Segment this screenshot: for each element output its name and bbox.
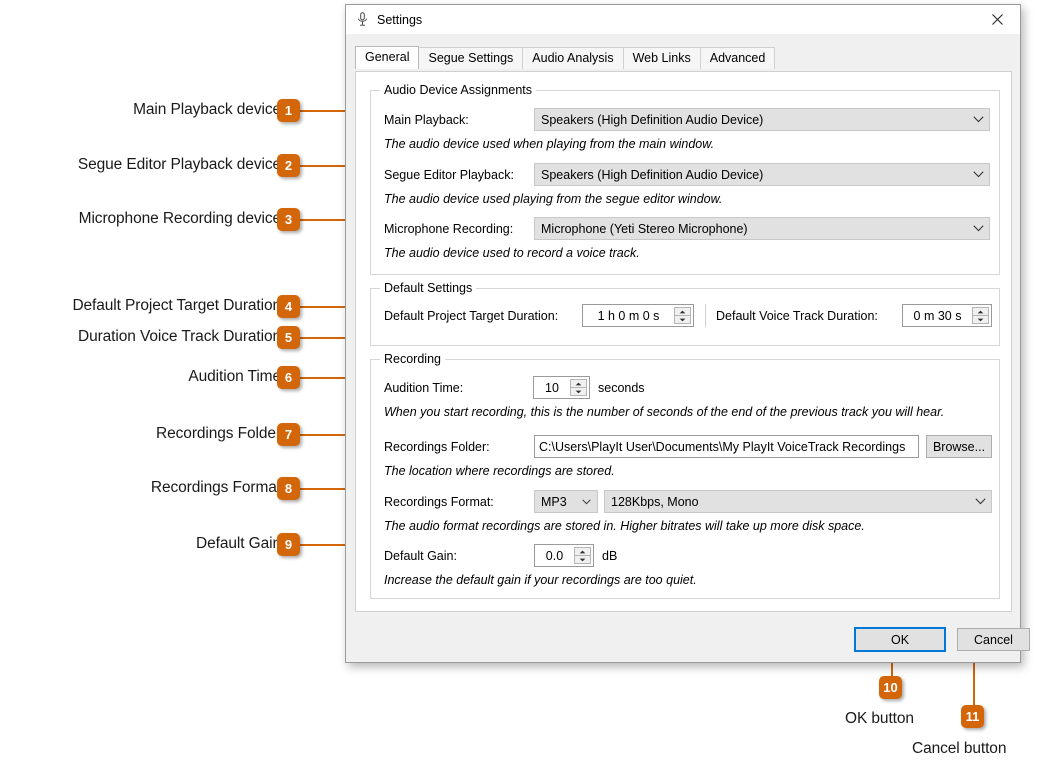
tab-audio-analysis[interactable]: Audio Analysis <box>522 47 623 69</box>
default-settings-divider <box>705 304 706 327</box>
default-settings-title: Default Settings <box>380 281 476 295</box>
annotation-badge-8: 8 <box>277 477 300 500</box>
audition-time-hint: When you start recording, this is the nu… <box>384 405 944 419</box>
stepper-down-icon[interactable] <box>972 316 989 324</box>
recordings-format-codec-select[interactable]: MP3 <box>534 490 598 513</box>
annotation-badge-5: 5 <box>277 326 300 349</box>
stepper-buttons[interactable] <box>972 307 989 324</box>
annotation-label-1: Main Playback device <box>133 101 281 119</box>
annotation-badge-10: 10 <box>879 676 902 699</box>
annotation-badge-4: 4 <box>277 295 300 318</box>
recordings-format-bitrate-select[interactable]: 128Kbps, Mono <box>604 490 992 513</box>
annotation-badge-7: 7 <box>277 423 300 446</box>
microphone-recording-value: Microphone (Yeti Stereo Microphone) <box>535 222 967 236</box>
main-playback-value: Speakers (High Definition Audio Device) <box>535 113 967 127</box>
chevron-down-icon <box>575 499 597 505</box>
segue-editor-playback-label: Segue Editor Playback: <box>384 168 514 182</box>
recordings-folder-label: Recordings Folder: <box>384 440 490 454</box>
stepper-down-icon[interactable] <box>570 388 587 396</box>
stepper-buttons[interactable] <box>674 307 691 324</box>
tab-segue-settings[interactable]: Segue Settings <box>418 47 523 69</box>
stepper-down-icon[interactable] <box>574 556 591 564</box>
stepper-up-icon[interactable] <box>570 379 587 388</box>
annotation-label-9: Default Gain <box>196 535 281 553</box>
segue-editor-playback-select[interactable]: Speakers (High Definition Audio Device) <box>534 163 990 186</box>
audition-time-label: Audition Time: <box>384 381 463 395</box>
annotation-label-6: Audition Time <box>188 368 281 386</box>
default-project-duration-stepper[interactable]: 1 h 0 m 0 s <box>582 304 694 327</box>
title-bar: Settings <box>346 5 1020 34</box>
recordings-folder-value: C:\Users\PlayIt User\Documents\My PlayIt… <box>535 440 905 454</box>
audition-time-units: seconds <box>598 381 645 395</box>
annotation-badge-9: 9 <box>277 533 300 556</box>
tab-strip: General Segue Settings Audio Analysis We… <box>355 47 1020 69</box>
audio-device-assignments-title: Audio Device Assignments <box>380 83 536 97</box>
segue-editor-playback-hint: The audio device used playing from the s… <box>384 192 722 206</box>
annotation-badge-6: 6 <box>277 366 300 389</box>
annotation-badge-11: 11 <box>961 705 984 728</box>
stepper-up-icon[interactable] <box>674 307 691 316</box>
main-playback-label: Main Playback: <box>384 113 469 127</box>
chevron-down-icon <box>969 498 991 505</box>
default-project-duration-label: Default Project Target Duration: <box>384 309 558 323</box>
stepper-buttons[interactable] <box>574 547 591 564</box>
default-gain-value: 0.0 <box>535 545 574 566</box>
ok-button[interactable]: OK <box>854 627 946 652</box>
default-project-duration-value: 1 h 0 m 0 s <box>583 305 674 326</box>
recordings-folder-input[interactable]: C:\Users\PlayIt User\Documents\My PlayIt… <box>534 435 919 458</box>
microphone-recording-select[interactable]: Microphone (Yeti Stereo Microphone) <box>534 217 990 240</box>
recordings-format-hint: The audio format recordings are stored i… <box>384 519 865 533</box>
window-title: Settings <box>377 13 422 27</box>
recordings-format-label: Recordings Format: <box>384 495 494 509</box>
annotation-label-10: OK button <box>845 710 914 728</box>
annotation-label-2: Segue Editor Playback device <box>78 156 281 174</box>
annotation-label-8: Recordings Format <box>151 479 281 497</box>
settings-dialog: Settings General Segue Settings Audio An… <box>345 4 1021 663</box>
main-playback-hint: The audio device used when playing from … <box>384 137 714 151</box>
audition-time-value: 10 <box>534 377 570 398</box>
chevron-down-icon <box>967 116 989 123</box>
annotation-badge-1: 1 <box>277 99 300 122</box>
tab-general[interactable]: General <box>355 46 419 69</box>
close-icon[interactable] <box>975 5 1020 34</box>
recordings-format-bitrate-value: 128Kbps, Mono <box>605 495 969 509</box>
recordings-format-codec-value: MP3 <box>535 495 575 509</box>
annotation-badge-3: 3 <box>277 208 300 231</box>
chevron-down-icon <box>967 225 989 232</box>
default-gain-units: dB <box>602 549 617 563</box>
tab-web-links[interactable]: Web Links <box>623 47 701 69</box>
annotation-label-4: Default Project Target Duration <box>72 297 281 315</box>
default-voice-track-duration-label: Default Voice Track Duration: <box>716 309 878 323</box>
default-gain-label: Default Gain: <box>384 549 457 563</box>
cancel-button[interactable]: Cancel <box>957 628 1030 651</box>
default-voice-track-duration-value: 0 m 30 s <box>903 305 972 326</box>
recording-title: Recording <box>380 352 445 366</box>
segue-editor-playback-value: Speakers (High Definition Audio Device) <box>535 168 967 182</box>
stepper-up-icon[interactable] <box>972 307 989 316</box>
audition-time-stepper[interactable]: 10 <box>533 376 590 399</box>
annotation-label-11: Cancel button <box>912 740 1006 758</box>
microphone-recording-hint: The audio device used to record a voice … <box>384 246 640 260</box>
stepper-up-icon[interactable] <box>574 547 591 556</box>
general-tab-panel: Audio Device Assignments Main Playback: … <box>355 71 1012 612</box>
recording-group: Recording <box>370 359 1000 599</box>
stepper-down-icon[interactable] <box>674 316 691 324</box>
browse-button[interactable]: Browse... <box>926 435 992 458</box>
default-gain-hint: Increase the default gain if your record… <box>384 573 697 587</box>
annotation-label-3: Microphone Recording device <box>79 210 281 228</box>
annotation-label-7: Recordings Folder <box>156 425 281 443</box>
recordings-folder-hint: The location where recordings are stored… <box>384 464 615 478</box>
chevron-down-icon <box>967 171 989 178</box>
microphone-icon <box>355 12 369 28</box>
annotation-label-5: Duration Voice Track Duration <box>78 328 281 346</box>
annotation-badge-2: 2 <box>277 154 300 177</box>
main-playback-select[interactable]: Speakers (High Definition Audio Device) <box>534 108 990 131</box>
default-gain-stepper[interactable]: 0.0 <box>534 544 594 567</box>
tab-advanced[interactable]: Advanced <box>700 47 776 69</box>
default-voice-track-duration-stepper[interactable]: 0 m 30 s <box>902 304 992 327</box>
microphone-recording-label: Microphone Recording: <box>384 222 513 236</box>
stepper-buttons[interactable] <box>570 379 587 396</box>
